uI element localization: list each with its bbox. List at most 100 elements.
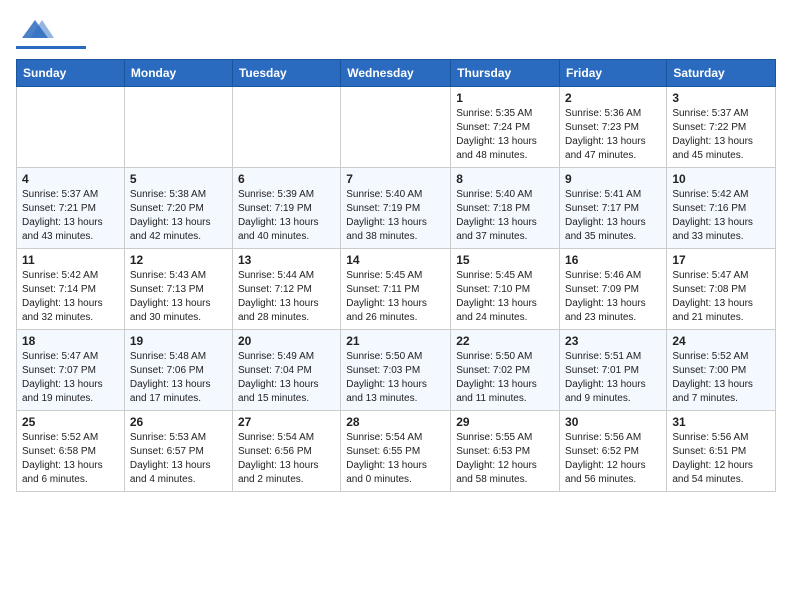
cell-info: Sunrise: 5:50 AM Sunset: 7:02 PM Dayligh… [456, 350, 554, 406]
calendar-cell: 22Sunrise: 5:50 AM Sunset: 7:02 PM Dayli… [451, 330, 560, 411]
day-number: 18 [22, 334, 119, 348]
calendar-cell: 4 Sunrise: 5:37 AM Sunset: 7:21 PM Daylig… [17, 168, 125, 249]
calendar-cell: 7 Sunrise: 5:40 AM Sunset: 7:19 PM Daylig… [341, 168, 451, 249]
calendar-cell: 27 Sunrise: 5:54 AM Sunset: 6:56 PM Dayli… [232, 411, 340, 492]
calendar-cell: 30 Sunrise: 5:56 AM Sunset: 6:52 PM Dayli… [560, 411, 667, 492]
day-number: 26 [130, 415, 227, 429]
day-number: 10 [672, 172, 770, 186]
day-header-tuesday: Tuesday [232, 60, 340, 87]
calendar-cell: 1 Sunrise: 5:35 AM Sunset: 7:24 PM Daylig… [451, 87, 560, 168]
calendar-cell: 6Sunrise: 5:39 AM Sunset: 7:19 PM Daylig… [232, 168, 340, 249]
cell-info: Sunrise: 5:44 AM Sunset: 7:12 PM Dayligh… [238, 269, 335, 325]
day-number: 17 [672, 253, 770, 267]
logo [16, 16, 86, 49]
calendar-cell: 8Sunrise: 5:40 AM Sunset: 7:18 PM Daylig… [451, 168, 560, 249]
day-number: 14 [346, 253, 445, 267]
calendar-cell: 16 Sunrise: 5:46 AM Sunset: 7:09 PM Dayli… [560, 249, 667, 330]
calendar-cell: 2 Sunrise: 5:36 AM Sunset: 7:23 PM Daylig… [560, 87, 667, 168]
day-number: 5 [130, 172, 227, 186]
cell-info: Sunrise: 5:51 AM Sunset: 7:01 PM Dayligh… [565, 350, 661, 406]
cell-info: Sunrise: 5:49 AM Sunset: 7:04 PM Dayligh… [238, 350, 335, 406]
calendar-cell: 24 Sunrise: 5:52 AM Sunset: 7:00 PM Dayli… [667, 330, 776, 411]
calendar-cell: 31 Sunrise: 5:56 AM Sunset: 6:51 PM Dayli… [667, 411, 776, 492]
cell-info: Sunrise: 5:55 AM Sunset: 6:53 PM Dayligh… [456, 431, 554, 487]
cell-info: Sunrise: 5:54 AM Sunset: 6:55 PM Dayligh… [346, 431, 445, 487]
calendar-cell: 28Sunrise: 5:54 AM Sunset: 6:55 PM Dayli… [341, 411, 451, 492]
calendar-cell [232, 87, 340, 168]
day-number: 1 [456, 91, 554, 105]
cell-info: Sunrise: 5:42 AM Sunset: 7:14 PM Dayligh… [22, 269, 119, 325]
cell-info: Sunrise: 5:40 AM Sunset: 7:19 PM Dayligh… [346, 188, 445, 244]
calendar-cell: 5Sunrise: 5:38 AM Sunset: 7:20 PM Daylig… [124, 168, 232, 249]
day-header-thursday: Thursday [451, 60, 560, 87]
calendar-cell: 14 Sunrise: 5:45 AM Sunset: 7:11 PM Dayli… [341, 249, 451, 330]
calendar-table: SundayMondayTuesdayWednesdayThursdayFrid… [16, 59, 776, 492]
calendar-cell: 13Sunrise: 5:44 AM Sunset: 7:12 PM Dayli… [232, 249, 340, 330]
day-number: 9 [565, 172, 661, 186]
cell-info: Sunrise: 5:52 AM Sunset: 7:00 PM Dayligh… [672, 350, 770, 406]
cell-info: Sunrise: 5:37 AM Sunset: 7:22 PM Dayligh… [672, 107, 770, 163]
cell-info: Sunrise: 5:41 AM Sunset: 7:17 PM Dayligh… [565, 188, 661, 244]
calendar-cell [17, 87, 125, 168]
calendar-cell: 26 Sunrise: 5:53 AM Sunset: 6:57 PM Dayli… [124, 411, 232, 492]
calendar-cell [341, 87, 451, 168]
day-number: 3 [672, 91, 770, 105]
day-header-monday: Monday [124, 60, 232, 87]
cell-info: Sunrise: 5:35 AM Sunset: 7:24 PM Dayligh… [456, 107, 554, 163]
logo-icon [16, 16, 54, 44]
cell-info: Sunrise: 5:43 AM Sunset: 7:13 PM Dayligh… [130, 269, 227, 325]
cell-info: Sunrise: 5:52 AM Sunset: 6:58 PM Dayligh… [22, 431, 119, 487]
cell-info: Sunrise: 5:54 AM Sunset: 6:56 PM Dayligh… [238, 431, 335, 487]
logo-underline [16, 46, 86, 49]
cell-info: Sunrise: 5:46 AM Sunset: 7:09 PM Dayligh… [565, 269, 661, 325]
cell-info: Sunrise: 5:36 AM Sunset: 7:23 PM Dayligh… [565, 107, 661, 163]
day-number: 25 [22, 415, 119, 429]
calendar-cell: 11 Sunrise: 5:42 AM Sunset: 7:14 PM Dayli… [17, 249, 125, 330]
week-row-5: 25 Sunrise: 5:52 AM Sunset: 6:58 PM Dayli… [17, 411, 776, 492]
day-header-friday: Friday [560, 60, 667, 87]
day-number: 23 [565, 334, 661, 348]
cell-info: Sunrise: 5:48 AM Sunset: 7:06 PM Dayligh… [130, 350, 227, 406]
calendar-cell: 18 Sunrise: 5:47 AM Sunset: 7:07 PM Dayli… [17, 330, 125, 411]
day-number: 27 [238, 415, 335, 429]
calendar-cell: 25 Sunrise: 5:52 AM Sunset: 6:58 PM Dayli… [17, 411, 125, 492]
day-number: 20 [238, 334, 335, 348]
day-number: 24 [672, 334, 770, 348]
day-number: 16 [565, 253, 661, 267]
calendar-cell: 19 Sunrise: 5:48 AM Sunset: 7:06 PM Dayli… [124, 330, 232, 411]
day-number: 12 [130, 253, 227, 267]
cell-info: Sunrise: 5:39 AM Sunset: 7:19 PM Dayligh… [238, 188, 335, 244]
calendar-cell: 17 Sunrise: 5:47 AM Sunset: 7:08 PM Dayli… [667, 249, 776, 330]
cell-info: Sunrise: 5:45 AM Sunset: 7:10 PM Dayligh… [456, 269, 554, 325]
day-number: 2 [565, 91, 661, 105]
calendar-cell: 20 Sunrise: 5:49 AM Sunset: 7:04 PM Dayli… [232, 330, 340, 411]
day-number: 8 [456, 172, 554, 186]
day-header-wednesday: Wednesday [341, 60, 451, 87]
day-number: 21 [346, 334, 445, 348]
calendar-cell: 10 Sunrise: 5:42 AM Sunset: 7:16 PM Dayli… [667, 168, 776, 249]
cell-info: Sunrise: 5:47 AM Sunset: 7:07 PM Dayligh… [22, 350, 119, 406]
day-number: 4 [22, 172, 119, 186]
cell-info: Sunrise: 5:56 AM Sunset: 6:52 PM Dayligh… [565, 431, 661, 487]
day-number: 19 [130, 334, 227, 348]
day-number: 31 [672, 415, 770, 429]
cell-info: Sunrise: 5:45 AM Sunset: 7:11 PM Dayligh… [346, 269, 445, 325]
calendar-cell: 21Sunrise: 5:50 AM Sunset: 7:03 PM Dayli… [341, 330, 451, 411]
cell-info: Sunrise: 5:47 AM Sunset: 7:08 PM Dayligh… [672, 269, 770, 325]
calendar-cell: 29Sunrise: 5:55 AM Sunset: 6:53 PM Dayli… [451, 411, 560, 492]
week-row-3: 11 Sunrise: 5:42 AM Sunset: 7:14 PM Dayli… [17, 249, 776, 330]
day-header-saturday: Saturday [667, 60, 776, 87]
calendar-cell: 12 Sunrise: 5:43 AM Sunset: 7:13 PM Dayli… [124, 249, 232, 330]
day-number: 15 [456, 253, 554, 267]
calendar-header-row: SundayMondayTuesdayWednesdayThursdayFrid… [17, 60, 776, 87]
day-number: 11 [22, 253, 119, 267]
cell-info: Sunrise: 5:37 AM Sunset: 7:21 PM Dayligh… [22, 188, 119, 244]
calendar-cell [124, 87, 232, 168]
cell-info: Sunrise: 5:42 AM Sunset: 7:16 PM Dayligh… [672, 188, 770, 244]
cell-info: Sunrise: 5:56 AM Sunset: 6:51 PM Dayligh… [672, 431, 770, 487]
day-number: 7 [346, 172, 445, 186]
day-number: 30 [565, 415, 661, 429]
cell-info: Sunrise: 5:53 AM Sunset: 6:57 PM Dayligh… [130, 431, 227, 487]
week-row-2: 4 Sunrise: 5:37 AM Sunset: 7:21 PM Daylig… [17, 168, 776, 249]
calendar-cell: 9 Sunrise: 5:41 AM Sunset: 7:17 PM Daylig… [560, 168, 667, 249]
